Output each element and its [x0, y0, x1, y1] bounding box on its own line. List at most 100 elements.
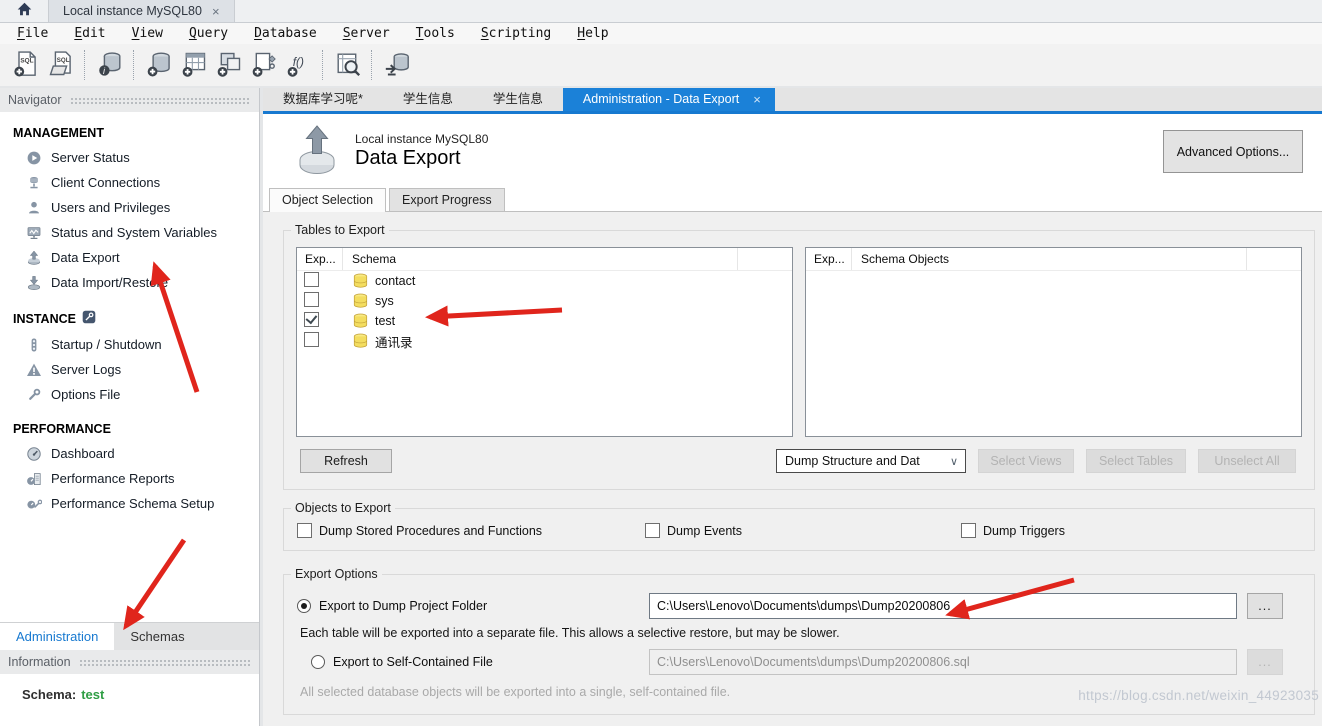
menu-database[interactable]: Database	[241, 23, 330, 44]
open-sql-script-icon: SQL	[47, 50, 75, 81]
schema-name: contact	[375, 274, 415, 288]
home-icon	[16, 1, 33, 21]
sidebar-item-label: Dashboard	[51, 446, 115, 461]
sidebar-item-status-and-system-variables[interactable]: Status and System Variables	[0, 220, 259, 245]
tab-administration[interactable]: Administration	[0, 623, 114, 650]
search-data-button[interactable]	[332, 50, 363, 81]
schema-row-contact[interactable]: contact	[297, 271, 792, 291]
menu-tools[interactable]: Tools	[403, 23, 468, 44]
new-function-icon: f()	[285, 50, 313, 81]
sidebar-item-users-and-privileges[interactable]: Users and Privileges	[0, 195, 259, 220]
select-views-button[interactable]: Select Views	[978, 449, 1074, 473]
dump-events-checkbox[interactable]: Dump Events	[645, 523, 961, 538]
export-checkbox[interactable]	[304, 272, 319, 287]
tab-schemas[interactable]: Schemas	[114, 623, 200, 650]
schema-objects-list[interactable]: Exp... Schema Objects	[805, 247, 1302, 437]
sidebar-item-client-connections[interactable]: Client Connections	[0, 170, 259, 195]
sidebar-item-data-import-restore[interactable]: Data Import/Restore	[0, 270, 259, 295]
checkbox[interactable]	[961, 523, 976, 538]
sidebar-item-performance-schema-setup[interactable]: Performance Schema Setup	[0, 491, 259, 516]
connection-tab-close-icon[interactable]: ×	[212, 4, 220, 19]
table-inspector-icon: i	[96, 50, 124, 81]
menu-view[interactable]: View	[119, 23, 176, 44]
users-privileges-icon	[25, 199, 42, 216]
new-view-button[interactable]	[213, 50, 244, 81]
refresh-button[interactable]: Refresh	[300, 449, 392, 473]
menu-scripting[interactable]: Scripting	[468, 23, 564, 44]
dump-triggers-checkbox[interactable]: Dump Triggers	[961, 523, 1065, 538]
file-browse-button[interactable]: ...	[1247, 649, 1283, 675]
new-function-button[interactable]: f()	[283, 50, 314, 81]
export-to-file-radio[interactable]	[311, 655, 325, 669]
sidebar-item-server-logs[interactable]: Server Logs	[0, 357, 259, 382]
export-checkbox[interactable]	[304, 332, 319, 347]
menu-help[interactable]: Help	[564, 23, 621, 44]
table-inspector-button[interactable]: i	[94, 50, 125, 81]
new-sql-tab-button[interactable]: SQL	[10, 50, 41, 81]
tab-object-selection[interactable]: Object Selection	[269, 188, 386, 212]
sidebar-item-performance-reports[interactable]: Performance Reports	[0, 466, 259, 491]
information-header-texture	[79, 658, 251, 667]
new-sql-tab-icon: SQL	[12, 50, 40, 81]
schema-row-sys[interactable]: sys	[297, 291, 792, 311]
schema-list-header: Exp... Schema	[297, 248, 792, 271]
export-checkbox[interactable]	[304, 292, 319, 307]
new-schema-button[interactable]	[143, 50, 174, 81]
doc-tab-3[interactable]: 学生信息	[473, 88, 563, 111]
home-tab[interactable]	[0, 0, 48, 22]
sidebar-item-server-status[interactable]: Server Status	[0, 145, 259, 170]
schema-icon	[352, 293, 369, 309]
sidebar-item-label: Data Export	[51, 250, 120, 265]
export-checkbox[interactable]	[304, 312, 319, 327]
sidebar-item-label: Performance Reports	[51, 471, 175, 486]
export-to-folder-radio[interactable]	[297, 599, 311, 613]
server-status-icon	[25, 149, 42, 166]
sidebar-item-label: Server Logs	[51, 362, 121, 377]
toolbar-separator	[371, 50, 373, 80]
sidebar-item-options-file[interactable]: Options File	[0, 382, 259, 407]
sidebar-item-startup-shutdown[interactable]: Startup / Shutdown	[0, 332, 259, 357]
schema-icon	[352, 313, 369, 329]
unselect-all-button[interactable]: Unselect All	[1198, 449, 1296, 473]
information-header: Information	[0, 650, 259, 674]
schema-list[interactable]: Exp... Schema contact systest通讯录	[296, 247, 793, 437]
folder-path-input[interactable]	[649, 593, 1237, 619]
menu-edit[interactable]: Edit	[61, 23, 118, 44]
tab-export-progress[interactable]: Export Progress	[389, 188, 505, 211]
doc-tab-1[interactable]: 数据库学习呢*	[263, 88, 383, 111]
advanced-options-button[interactable]: Advanced Options...	[1163, 130, 1303, 173]
menu-file[interactable]: File	[4, 23, 61, 44]
data-export-icon	[25, 249, 42, 266]
open-sql-script-button[interactable]: SQL	[45, 50, 76, 81]
nav-section-management: MANAGEMENT	[0, 122, 259, 145]
new-procedure-button[interactable]	[248, 50, 279, 81]
dump-stored-procedures-checkbox[interactable]: Dump Stored Procedures and Functions	[297, 523, 645, 538]
connection-tab[interactable]: Local instance MySQL80 ×	[48, 0, 235, 22]
info-schema-value: test	[81, 687, 104, 702]
select-tables-button[interactable]: Select Tables	[1086, 449, 1186, 473]
data-transfer-button[interactable]	[381, 50, 412, 81]
sidebar-item-dashboard[interactable]: Dashboard	[0, 441, 259, 466]
doc-tab-4-active[interactable]: Administration - Data Export×	[563, 88, 775, 111]
doc-tab-2[interactable]: 学生信息	[383, 88, 473, 111]
checkbox[interactable]	[645, 523, 660, 538]
new-table-button[interactable]	[178, 50, 209, 81]
wrench-badge-icon	[82, 310, 96, 327]
dump-type-dropdown[interactable]: Dump Structure and Dat ∨	[776, 449, 966, 473]
toolbar: SQLSQL i f()	[0, 44, 1322, 86]
info-schema-label: Schema:	[22, 687, 76, 702]
sidebar-item-data-export[interactable]: Data Export	[0, 245, 259, 270]
menu-server[interactable]: Server	[330, 23, 403, 44]
menu-query[interactable]: Query	[176, 23, 241, 44]
information-body: Schema: test	[0, 674, 259, 726]
checkbox[interactable]	[297, 523, 312, 538]
performance-reports-icon	[25, 470, 42, 487]
close-icon[interactable]: ×	[753, 88, 761, 111]
watermark-text: https://blog.csdn.net/weixin_44923035	[1078, 688, 1319, 703]
connection-tab-label: Local instance MySQL80	[63, 4, 202, 18]
folder-browse-button[interactable]: ...	[1247, 593, 1283, 619]
schema-row-通讯录[interactable]: 通讯录	[297, 331, 792, 351]
file-path-input[interactable]	[649, 649, 1237, 675]
sidebar-spacer	[0, 516, 259, 622]
schema-row-test[interactable]: test	[297, 311, 792, 331]
